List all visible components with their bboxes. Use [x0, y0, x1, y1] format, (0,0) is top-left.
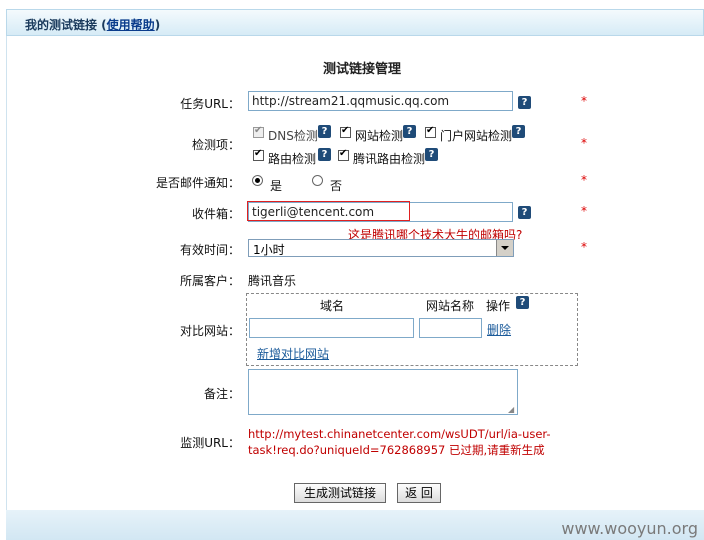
recipient-required-mark: * [581, 204, 587, 218]
portal-check-label: 门户网站检测 [440, 129, 513, 143]
chevron-down-icon[interactable] [496, 240, 513, 256]
portal-check-help-icon[interactable]: ? [512, 125, 525, 138]
portal-check-checkbox[interactable] [425, 125, 436, 138]
compare-site-name-input[interactable] [419, 318, 482, 338]
compare-col-domain: 域名 [320, 299, 345, 313]
customer-label: 所属客户： [179, 274, 240, 288]
add-compare-site-link[interactable]: 新增对比网站 [257, 345, 329, 362]
valid-time-select[interactable]: 1小时 [248, 239, 514, 257]
valid-time-required-mark: * [581, 240, 587, 254]
header-title: 我的测试链接 (使用帮助) [25, 16, 160, 33]
back-button[interactable]: 返 回 [397, 483, 441, 503]
tencent-route-check-help-icon[interactable]: ? [425, 148, 438, 161]
checks-required-mark: * [581, 136, 587, 150]
remark-textarea[interactable] [248, 369, 518, 415]
email-notify-yes-radio[interactable] [252, 175, 263, 186]
site-check-checkbox[interactable] [340, 125, 351, 138]
recipient-highlight-box [247, 201, 410, 221]
route-check-label: 路由检测 [268, 152, 317, 166]
route-check-checkbox[interactable] [253, 148, 264, 161]
page-header: 我的测试链接 (使用帮助) [6, 9, 704, 36]
task-url-label: 任务URL： [180, 97, 240, 111]
watermark: www.wooyun.org [561, 519, 698, 538]
dns-check-help-icon[interactable]: ? [318, 125, 331, 138]
tencent-route-check-checkbox[interactable] [338, 148, 349, 161]
valid-time-selected-value: 1小时 [253, 243, 285, 257]
dns-check-checkbox[interactable] [253, 125, 264, 138]
valid-time-label: 有效时间： [179, 243, 240, 257]
task-url-input[interactable]: http://stream21.qqmusic.qq.com [248, 91, 513, 111]
recipient-label: 收件箱： [191, 207, 240, 221]
compare-delete-link[interactable]: 删除 [487, 321, 511, 338]
dns-check-label: DNS检测 [268, 129, 318, 143]
header-title-suffix: ) [154, 18, 161, 32]
help-link[interactable]: 使用帮助 [107, 18, 155, 32]
recipient-help-icon[interactable]: ? [518, 206, 531, 219]
compare-label: 对比网站： [179, 324, 240, 338]
customer-value: 腾讯音乐 [248, 274, 297, 288]
site-check-label: 网站检测 [355, 129, 404, 143]
email-notify-required-mark: * [581, 173, 587, 187]
route-check-help-icon[interactable]: ? [318, 148, 331, 161]
remark-label: 备注： [203, 387, 240, 401]
email-notify-label: 是否邮件通知： [155, 176, 240, 190]
task-url-required-mark: * [581, 94, 587, 108]
compare-domain-input[interactable] [249, 318, 414, 338]
generate-link-button[interactable]: 生成测试链接 [294, 483, 386, 503]
page-title: 测试链接管理 [323, 62, 402, 77]
page-footer: www.wooyun.org [6, 510, 704, 540]
checks-label: 检测项： [191, 138, 240, 152]
compare-help-icon[interactable]: ? [516, 296, 529, 309]
email-notify-no-radio[interactable] [312, 175, 323, 186]
task-url-help-icon[interactable]: ? [518, 96, 531, 109]
tencent-route-check-label: 腾讯路由检测 [353, 152, 426, 166]
header-title-prefix: 我的测试链接 ( [25, 18, 107, 32]
monitor-url-line1: http://mytest.chinanetcenter.com/wsUDT/u… [248, 427, 551, 441]
compare-col-action: 操作 [486, 299, 511, 313]
email-notify-yes-label: 是 [270, 179, 283, 193]
site-check-help-icon[interactable]: ? [403, 125, 416, 138]
monitor-url-label: 监测URL： [180, 436, 240, 450]
email-notify-no-label: 否 [330, 179, 343, 193]
monitor-url-line2: task!req.do?uniqueId=762868957 已过期,请重新生成 [248, 443, 545, 457]
resize-handle-icon[interactable]: ◢ [508, 405, 514, 414]
compare-col-site-name: 网站名称 [426, 299, 475, 313]
